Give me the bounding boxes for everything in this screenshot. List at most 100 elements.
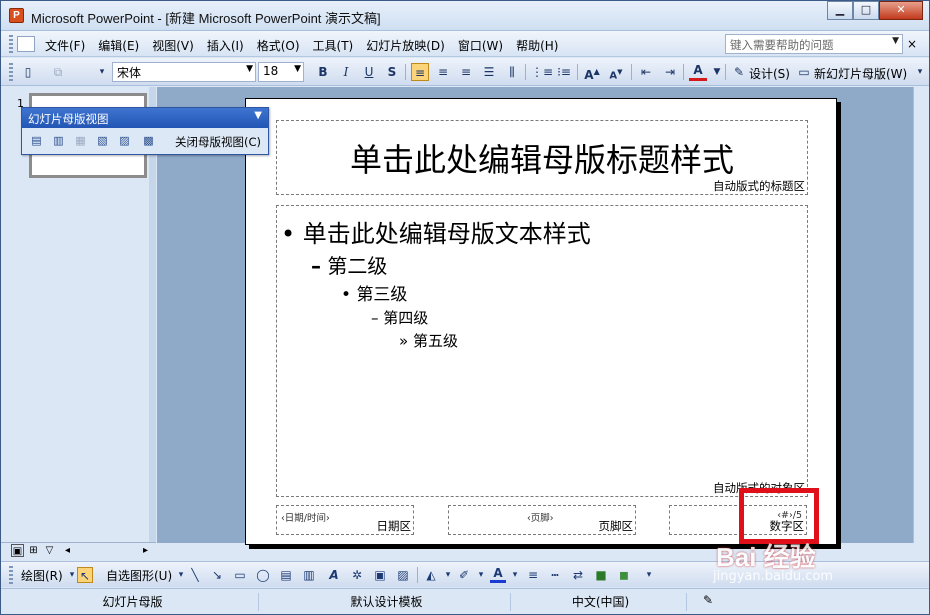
text-level-1[interactable]: • 单击此处编辑母版文本样式: [281, 214, 591, 249]
justify-icon[interactable]: ☰: [480, 63, 498, 81]
new-slide-master-button[interactable]: 新幻灯片母版(W): [814, 65, 907, 82]
chevron-down-icon[interactable]: ▾: [473, 567, 489, 583]
bullets-icon[interactable]: ⁝≡: [555, 63, 573, 81]
menu-item[interactable]: 幻灯片放映(D): [366, 37, 454, 54]
text-level-5[interactable]: » 第五级: [399, 330, 458, 351]
distribute-icon[interactable]: ⫼: [503, 63, 521, 81]
align-right-icon[interactable]: ≡: [457, 63, 475, 81]
scroll-left-icon[interactable]: ◂: [61, 544, 74, 557]
text-box-icon[interactable]: ▤: [278, 567, 294, 583]
copy-icon[interactable]: ⧉: [49, 63, 67, 81]
normal-view-icon[interactable]: ▣: [11, 544, 24, 557]
vertical-scrollbar[interactable]: [913, 87, 929, 543]
master-layout-icon[interactable]: ▩: [140, 132, 157, 149]
design-button[interactable]: 设计(S): [749, 65, 790, 82]
align-center-icon[interactable]: ≡: [434, 63, 452, 81]
numbering-icon[interactable]: ⋮≡: [531, 63, 553, 81]
draw-menu-button[interactable]: 绘图(R): [21, 567, 63, 584]
document-close-button[interactable]: ×: [907, 37, 917, 51]
chevron-down-icon[interactable]: ▾: [440, 567, 456, 583]
dash-style-icon[interactable]: ┅: [547, 567, 563, 583]
new-master-icon[interactable]: ▭: [795, 63, 813, 81]
scroll-right-icon[interactable]: ▸: [139, 544, 152, 557]
menu-item[interactable]: 窗口(W): [458, 37, 512, 54]
preserve-master-icon[interactable]: ▧: [94, 132, 111, 149]
toolbar-options-icon[interactable]: ▾: [641, 567, 657, 583]
underline-button[interactable]: U: [360, 63, 378, 81]
vertical-text-box-icon[interactable]: ▥: [301, 567, 317, 583]
close-master-view-button[interactable]: 关闭母版视图(C): [172, 133, 264, 151]
text-level-3[interactable]: • 第三级: [341, 280, 407, 305]
rename-master-icon[interactable]: ▨: [116, 132, 133, 149]
chevron-down-icon[interactable]: ▼: [254, 110, 262, 121]
font-name-select[interactable]: 宋体 ▼: [112, 62, 256, 82]
line-style-icon[interactable]: ≡: [525, 567, 541, 583]
powerpoint-app-icon[interactable]: P: [9, 8, 24, 23]
diagram-icon[interactable]: ✲: [349, 567, 365, 583]
italic-button[interactable]: I: [337, 63, 355, 81]
shadow-style-icon[interactable]: ■: [593, 567, 609, 583]
chevron-down-icon[interactable]: ▼: [246, 64, 253, 74]
toolbar-options-icon[interactable]: ▾: [911, 63, 929, 81]
minimize-button[interactable]: ▁: [827, 1, 853, 20]
menu-grip-handle[interactable]: [9, 35, 13, 53]
font-size-select[interactable]: 18 ▼: [258, 62, 304, 82]
increase-font-icon[interactable]: A▲: [583, 63, 601, 82]
toolbar-grip-handle[interactable]: [9, 566, 13, 584]
chevron-down-icon[interactable]: ▼: [708, 63, 726, 81]
line-color-icon[interactable]: ✐: [456, 567, 472, 583]
text-level-2[interactable]: – 第二级: [311, 250, 387, 279]
slide-master-canvas[interactable]: 单击此处编辑母版标题样式 自动版式的标题区 • 单击此处编辑母版文本样式 – 第…: [245, 98, 837, 545]
shadow-button[interactable]: S: [383, 63, 401, 81]
rectangle-icon[interactable]: ▭: [232, 567, 248, 583]
menu-item[interactable]: 格式(O): [257, 37, 309, 54]
document-icon[interactable]: [17, 36, 35, 52]
maximize-button[interactable]: □: [853, 1, 879, 20]
chevron-down-icon[interactable]: ▼: [294, 64, 301, 74]
toolbar-options-icon[interactable]: ▾: [93, 63, 111, 81]
menu-item[interactable]: 编辑(E): [98, 37, 148, 54]
decrease-font-icon[interactable]: A▼: [607, 63, 625, 81]
clip-art-icon[interactable]: ▣: [372, 567, 388, 583]
delete-master-icon[interactable]: ▦: [72, 132, 89, 149]
pane-scrollbar[interactable]: [149, 87, 156, 543]
chevron-down-icon[interactable]: ▼: [892, 36, 899, 46]
help-search-input[interactable]: 键入需要帮助的问题 ▼: [725, 34, 903, 54]
menu-item[interactable]: 视图(V): [152, 37, 203, 54]
3d-style-icon[interactable]: ◼: [616, 567, 632, 583]
master-toolbar-title[interactable]: 幻灯片母版视图 ▼: [22, 108, 268, 128]
wordart-icon[interactable]: A: [326, 567, 342, 583]
master-title-text[interactable]: 单击此处编辑母版标题样式: [277, 135, 807, 181]
insert-title-master-icon[interactable]: ▥: [50, 132, 67, 149]
autoshapes-button[interactable]: 自选图形(U): [106, 567, 172, 584]
select-objects-icon[interactable]: ↖: [77, 567, 93, 583]
body-placeholder[interactable]: • 单击此处编辑母版文本样式 – 第二级 • 第三级 – 第四级 » 第五级 自…: [276, 205, 808, 497]
title-placeholder[interactable]: 单击此处编辑母版标题样式 自动版式的标题区: [276, 120, 808, 195]
arrow-style-icon[interactable]: ⇄: [570, 567, 586, 583]
picture-icon[interactable]: ▨: [395, 567, 411, 583]
arrow-icon[interactable]: ↘: [209, 567, 225, 583]
increase-indent-icon[interactable]: ⇥: [661, 63, 679, 81]
menu-item[interactable]: 文件(F): [45, 37, 94, 54]
footer-placeholder[interactable]: ‹页脚› 页脚区: [448, 505, 636, 535]
font-color-icon[interactable]: A: [490, 567, 506, 583]
toolbar-grip-handle[interactable]: [9, 63, 13, 81]
date-placeholder[interactable]: ‹日期/时间› 日期区: [276, 505, 414, 535]
decrease-indent-icon[interactable]: ⇤: [637, 63, 655, 81]
bold-button[interactable]: B: [314, 63, 332, 81]
font-color-icon[interactable]: A: [689, 63, 707, 81]
new-document-icon[interactable]: ▯: [19, 63, 37, 81]
line-icon[interactable]: ╲: [187, 567, 203, 583]
slide-show-icon[interactable]: ▽: [43, 544, 56, 557]
design-icon[interactable]: ✎: [730, 63, 748, 81]
text-level-4[interactable]: – 第四级: [371, 307, 428, 328]
menu-item[interactable]: 插入(I): [207, 37, 253, 54]
insert-slide-master-icon[interactable]: ▤: [28, 132, 45, 149]
slide-sorter-icon[interactable]: ⊞: [27, 544, 40, 557]
menu-item[interactable]: 帮助(H): [516, 37, 567, 54]
close-button[interactable]: ✕: [879, 1, 923, 20]
oval-icon[interactable]: ◯: [255, 567, 271, 583]
align-left-icon[interactable]: ≡: [411, 63, 429, 81]
chevron-down-icon[interactable]: ▾: [507, 567, 523, 583]
fill-color-icon[interactable]: ◭: [423, 567, 439, 583]
